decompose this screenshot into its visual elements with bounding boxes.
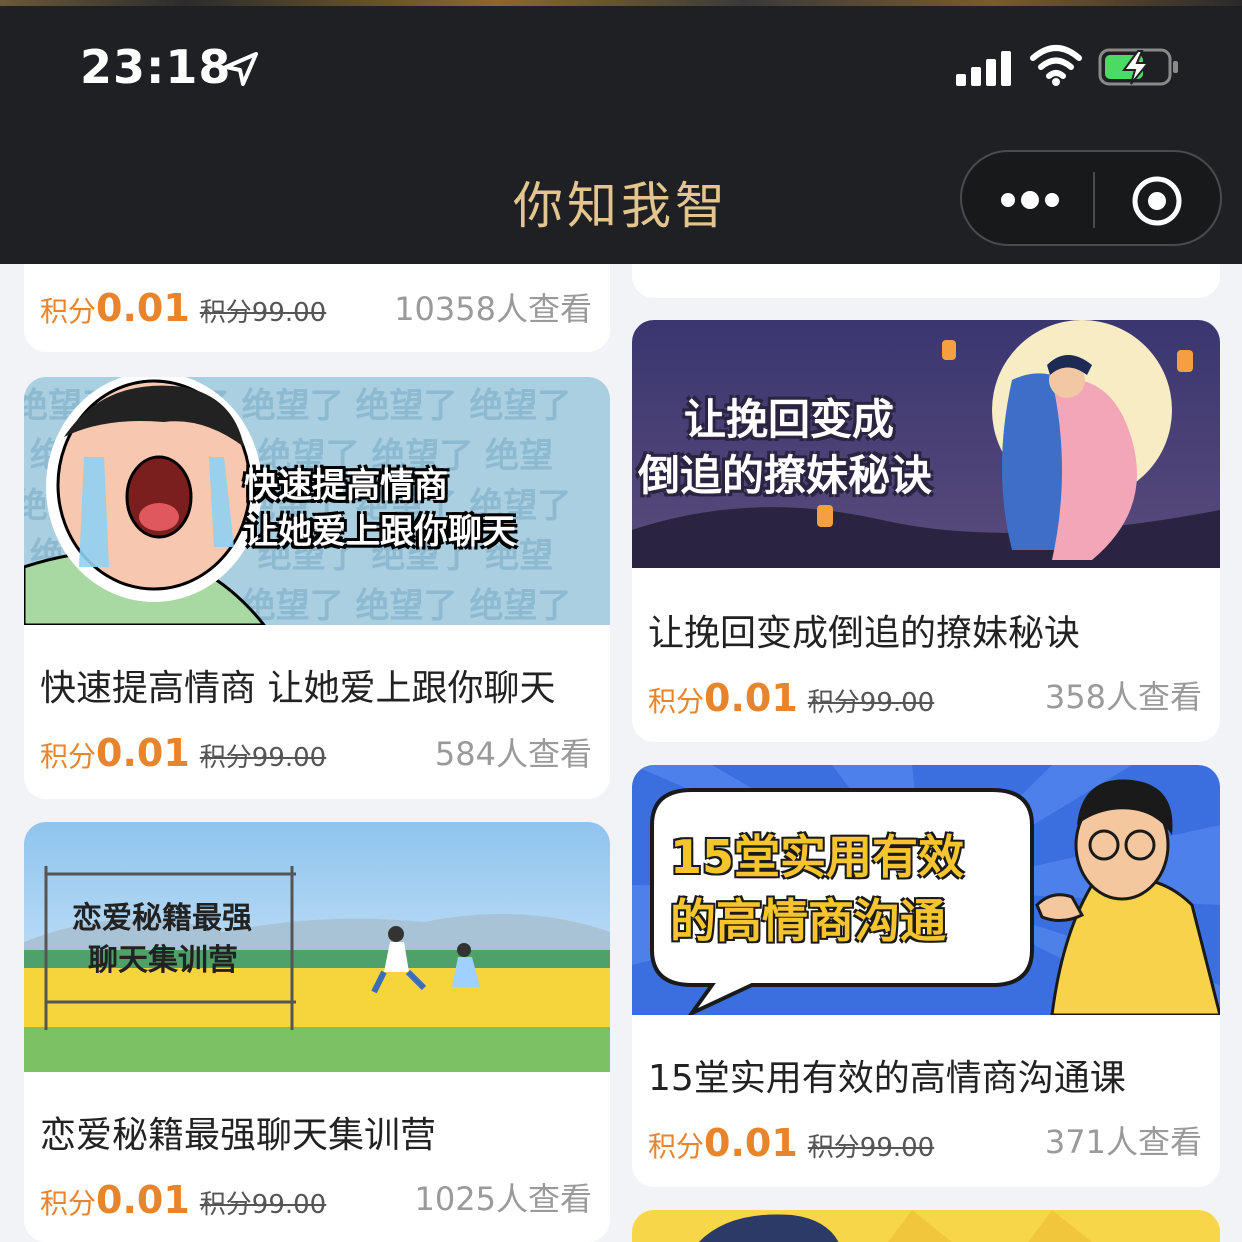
battery-charging-icon — [1098, 48, 1178, 86]
original-price: 积分99.00 — [199, 298, 327, 328]
price-row: 积分0.01 积分99.00 — [40, 1178, 326, 1222]
points-value: 0.01 — [704, 1121, 798, 1165]
view-count: 1025人查看 — [414, 1180, 592, 1218]
original-price: 积分99.00 — [199, 1190, 327, 1220]
banner-line: 倒追的撩妹秘诀 — [638, 451, 933, 500]
course-title: 让挽回变成倒追的撩妹秘诀 — [648, 613, 1081, 654]
view-count: 358人查看 — [1044, 678, 1202, 716]
page: 23:18 你知我智 积分0.01 积分99.00 10358人查看 绝望了 绝… — [0, 0, 1242, 1242]
original-price: 积分99.00 — [807, 1133, 935, 1163]
course-title: 15堂实用有效的高情商沟通课 — [648, 1058, 1126, 1099]
original-price: 积分99.00 — [199, 743, 327, 773]
banner-line: 恋爱秘籍最强 — [72, 901, 252, 936]
banner-headline: 快速提高情商 让她爱上跟你聊天 — [244, 463, 516, 555]
banner-line: 15堂实用有效 — [670, 830, 965, 884]
points-label: 积分 — [40, 1187, 97, 1220]
location-arrow-icon — [224, 52, 258, 86]
header: 23:18 你知我智 — [0, 0, 1242, 264]
wifi-icon — [1030, 45, 1082, 86]
status-time: 23:18 — [80, 40, 232, 94]
course-card[interactable]: 绝望了 绝望了 绝望了 绝望了 绝望了 了 绝望了 绝望了 绝望了 绝望了 绝望… — [24, 377, 610, 799]
points-value: 0.01 — [704, 676, 798, 720]
banner-headline: 15堂实用有效 的高情商沟通 — [670, 825, 964, 953]
price-row: 积分0.01 积分99.00 — [648, 676, 934, 720]
course-card[interactable]: 15堂实用有效 的高情商沟通 15堂实用有效的高情商沟通课 积分0.01 积分99… — [632, 765, 1220, 1187]
more-options-icon[interactable] — [1000, 188, 1060, 212]
points-value: 0.01 — [96, 1178, 190, 1222]
view-count: 10358人查看 — [394, 290, 592, 328]
cellular-signal-icon — [956, 51, 1011, 86]
banner-headline: 恋爱秘籍最强 聊天集训营 — [72, 898, 252, 982]
banner-line: 快速提高情商 — [244, 466, 448, 506]
banner-line: 让挽回变成 — [684, 395, 895, 444]
banner-line: 的高情商沟通 — [670, 894, 946, 948]
course-title: 快速提高情商 让她爱上跟你聊天 — [40, 668, 556, 709]
course-card[interactable] — [632, 1210, 1220, 1242]
points-value: 0.01 — [96, 731, 190, 775]
course-card[interactable]: 让挽回变成 倒追的撩妹秘诀 让挽回变成倒追的撩妹秘诀 积分0.01 积分99.00… — [632, 320, 1220, 742]
course-title: 恋爱秘籍最强聊天集训营 — [40, 1115, 437, 1156]
course-card[interactable]: 恋爱秘籍最强 聊天集训营 恋爱秘籍最强聊天集训营 积分0.01 积分99.00 1… — [24, 822, 610, 1242]
points-label: 积分 — [40, 295, 97, 328]
points-label: 积分 — [648, 1130, 705, 1163]
banner-line: 让她爱上跟你聊天 — [244, 512, 516, 552]
points-value: 0.01 — [96, 286, 190, 330]
price-row: 积分0.01 积分99.00 — [40, 731, 326, 775]
top-strip — [0, 0, 1242, 6]
close-miniapp-icon[interactable] — [1130, 174, 1184, 228]
banner-headline: 让挽回变成 倒追的撩妹秘诀 — [638, 392, 932, 504]
original-price: 积分99.00 — [807, 688, 935, 718]
price-row: 积分0.01 积分99.00 — [40, 286, 326, 330]
miniapp-capsule — [960, 150, 1222, 246]
price-row: 积分0.01 积分99.00 — [648, 1121, 934, 1165]
points-label: 积分 — [648, 685, 705, 718]
banner-line: 聊天集训营 — [88, 943, 238, 978]
capsule-divider — [1093, 172, 1095, 228]
course-banner-image — [632, 1210, 1220, 1242]
points-label: 积分 — [40, 740, 97, 773]
view-count: 371人查看 — [1044, 1123, 1202, 1161]
view-count: 584人查看 — [434, 735, 592, 773]
